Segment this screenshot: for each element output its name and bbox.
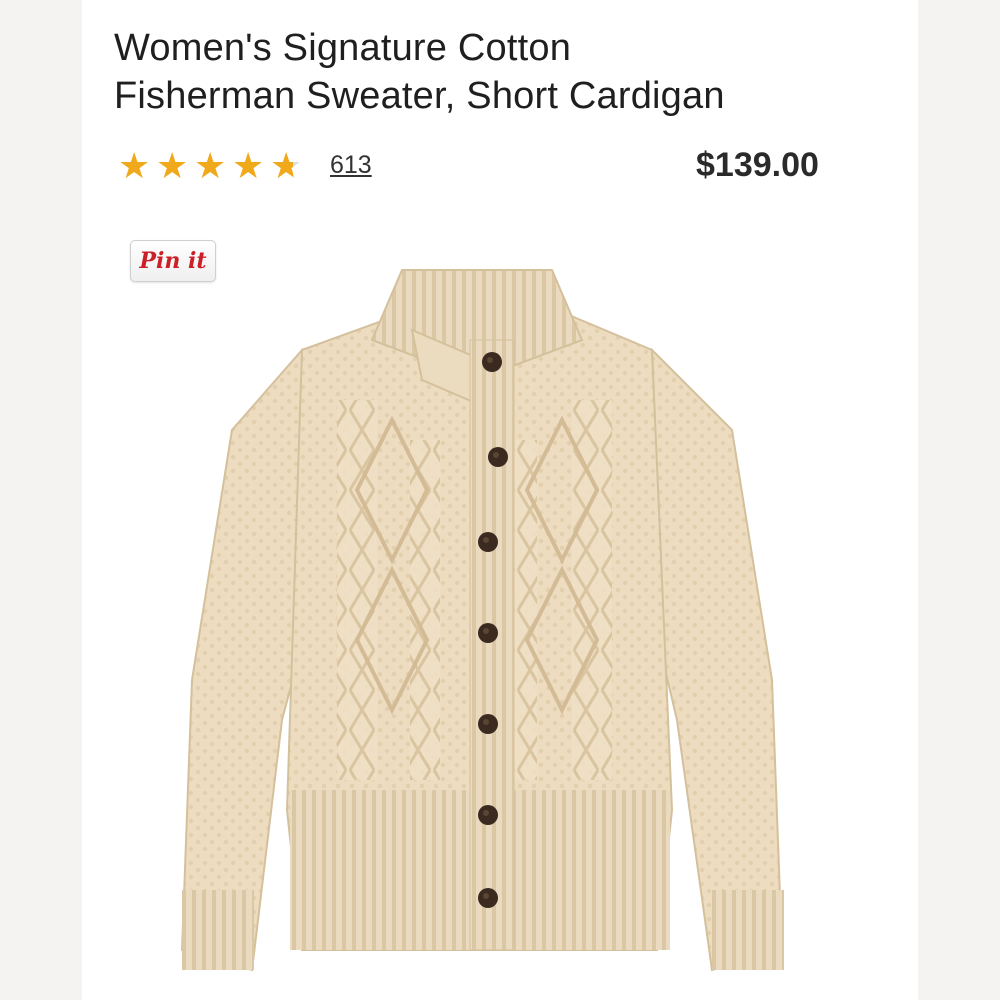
product-price: $139.00 [696, 146, 819, 184]
star-rating: ★ ★ ★ ★ ★ [118, 145, 307, 187]
rating-row: ★ ★ ★ ★ ★ 613 $139.00 [118, 145, 898, 187]
product-card: Women's Signature Cotton Fisherman Sweat… [82, 0, 918, 1000]
title-line-2: Fisherman Sweater, Short Cardigan [114, 75, 725, 117]
sweater-image[interactable] [152, 250, 832, 1000]
star-filled-icon: ★ [118, 145, 151, 186]
star-filled-icon: ★ [194, 145, 227, 186]
title-line-1: Women's Signature Cotton [114, 27, 572, 69]
star-filled-icon: ★ [232, 145, 265, 186]
review-count-link[interactable]: 613 [330, 151, 372, 180]
star-filled-icon: ★ [156, 145, 189, 186]
product-title: Women's Signature Cotton Fisherman Sweat… [114, 24, 904, 120]
star-half-icon: ★ [270, 146, 307, 187]
